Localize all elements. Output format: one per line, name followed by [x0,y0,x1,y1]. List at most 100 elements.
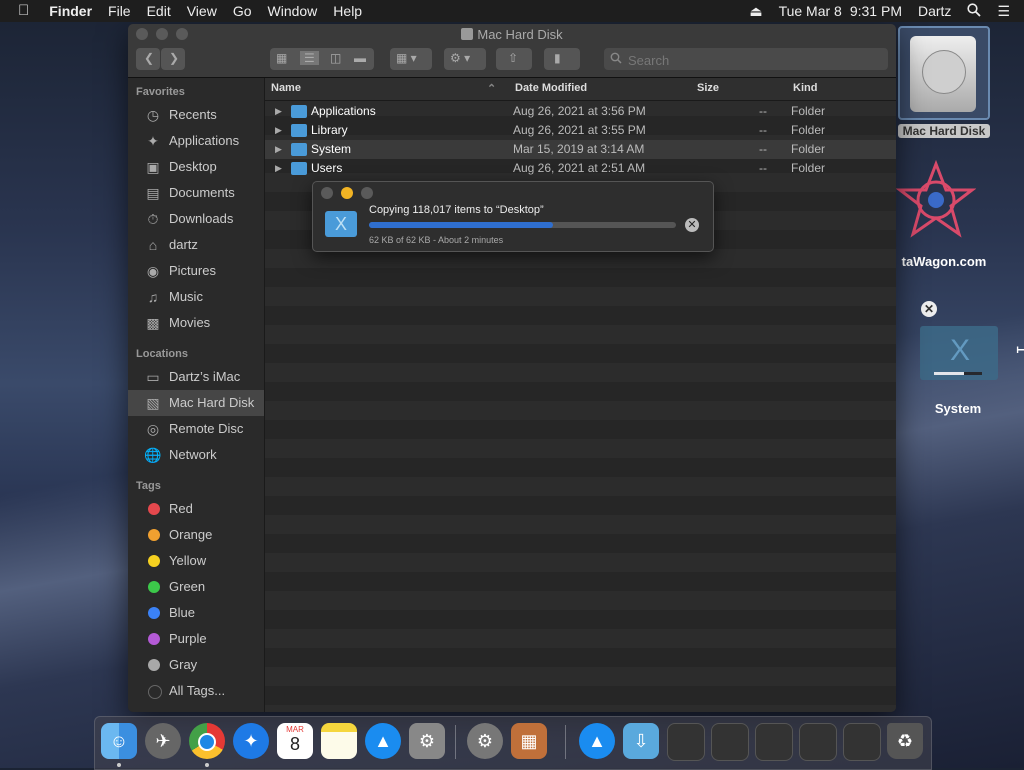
list-view-icon[interactable]: ☰ [300,51,319,65]
folder-icon [291,124,307,137]
sidebar-item-music[interactable]: ♫ Music [128,284,264,310]
launchpad-icon[interactable]: ✈ [145,723,181,759]
chrome-icon[interactable] [189,723,225,759]
close-icon[interactable]: ✕ [921,301,937,317]
stop-copy-button[interactable]: ✕ [685,218,699,232]
menu-help[interactable]: Help [325,0,370,22]
desktop-item-tawagon[interactable]: taWagon.com [895,159,992,269]
sidebar-item-pictures[interactable]: ◉ Pictures [128,258,264,284]
sidebar-tag-green[interactable]: Green [128,574,264,600]
download-icon: ⏱ [147,211,159,227]
automator-icon[interactable]: ⚙ [467,723,503,759]
row-date: Mar 15, 2019 at 3:14 AM [513,142,645,156]
desktop-item-mac-hard-disk[interactable]: Mac Hard Disk [898,26,990,138]
disclosure-triangle-icon[interactable]: ▶ [275,159,282,178]
screenshot-1-icon[interactable] [667,723,705,761]
downloads-folder-icon[interactable]: ⇩ [623,723,659,759]
sidebar-all-tags[interactable]: All Tags... [128,678,264,704]
sidebar-item-documents[interactable]: ▤ Documents [128,180,264,206]
back-button[interactable]: ❮ [136,48,160,70]
calendar-icon[interactable]: MAR 8 [277,723,313,759]
disclosure-triangle-icon[interactable]: ▶ [275,140,282,159]
menu-view[interactable]: View [179,0,225,22]
search-input[interactable] [626,50,880,70]
close-button[interactable] [321,187,333,199]
sidebar-item-downloads[interactable]: ⏱ Downloads [128,206,264,232]
notes-icon[interactable] [321,723,357,759]
forward-button[interactable]: ❯ [161,48,185,70]
copy-subtitle: 62 KB of 62 KB - About 2 minutes [369,235,504,245]
row-date: Aug 26, 2021 at 3:55 PM [513,123,646,137]
sidebar-item-applications[interactable]: ✦ Applications [128,128,264,154]
sidebar-section-favorites: Favorites [136,86,185,98]
sidebar-item-recents[interactable]: ◷ Recents [128,102,264,128]
row-name: Library [311,123,348,137]
column-header-name[interactable]: Name [271,82,301,94]
sidebar-item-home[interactable]: ⌂ dartz [128,232,264,258]
sidebar-item-network[interactable]: 🌐 Network [128,442,264,468]
column-header-kind[interactable]: Kind [793,82,817,94]
column-header-size[interactable]: Size [697,82,719,94]
sidebar-item-label: Purple [169,631,207,646]
search-field[interactable] [604,48,888,70]
row-name: System [311,142,352,156]
document-icon: ▤ [146,185,160,201]
minimize-button[interactable] [341,187,353,199]
sidebar-item-mac-hard-disk[interactable]: ▧ Mac Hard Disk [128,390,264,416]
zoom-button[interactable] [361,187,373,199]
sidebar-item-imac[interactable]: ▭ Dartz’s iMac [128,364,264,390]
share-button[interactable]: ⇧ [496,48,532,70]
menubar-user[interactable]: Dartz [910,3,959,19]
copy-progress-dialog: X Copying 118,017 items to “Desktop” 62 … [312,181,714,252]
gallery-view-icon[interactable]: ▬ [354,51,366,65]
eject-icon[interactable]: ⏏ [741,3,770,20]
trash-icon[interactable]: ♻ [887,723,923,759]
menu-go[interactable]: Go [225,0,260,22]
sidebar-item-remote-disc[interactable]: ◎ Remote Disc [128,416,264,442]
table-row[interactable]: ▶ System Mar 15, 2019 at 3:14 AM -- Fold… [265,140,896,159]
group-button[interactable]: ▦ ▾ [390,48,432,70]
safari-icon[interactable]: ✦ [233,723,269,759]
table-row[interactable]: ▶ Library Aug 26, 2021 at 3:55 PM -- Fol… [265,121,896,140]
menu-edit[interactable]: Edit [139,0,179,22]
disclosure-triangle-icon[interactable]: ▶ [275,102,282,121]
screenshot-3-icon[interactable] [755,723,793,761]
sidebar-tag-purple[interactable]: Purple [128,626,264,652]
disclosure-triangle-icon[interactable]: ▶ [275,121,282,140]
menu-window[interactable]: Window [260,0,326,22]
menu-bar:  Finder File Edit View Go Window Help ⏏… [0,0,1024,22]
screenshot-5-icon[interactable] [843,723,881,761]
screenshot-4-icon[interactable] [799,723,837,761]
table-row[interactable]: ▶ Users Aug 26, 2021 at 2:51 AM -- Folde… [265,159,896,178]
action-button[interactable]: ⚙ ▾ [444,48,486,70]
app-store-downloads-icon[interactable]: ▲ [579,723,615,759]
sidebar-item-label: Recents [169,107,217,122]
menubar-date[interactable]: Tue Mar 8 [771,3,850,19]
app-store-icon[interactable]: ▲ [365,723,401,759]
sidebar-item-desktop[interactable]: ▣ Desktop [128,154,264,180]
table-row[interactable]: ▶ Applications Aug 26, 2021 at 3:56 PM -… [265,102,896,121]
sidebar-item-label: Remote Disc [169,421,244,436]
apple-menu-icon[interactable]:  [0,0,41,22]
icon-view-icon[interactable]: ▦ [276,51,287,65]
archive-icon[interactable]: ▦ [511,723,547,759]
notification-center-icon[interactable]: ☰ [989,3,1024,20]
tag-button[interactable]: ▮ [544,48,580,70]
sidebar-item-label: Blue [169,605,196,620]
tag-dot-orange [148,529,160,541]
system-preferences-icon[interactable]: ⚙ [409,723,445,759]
sidebar-tag-gray[interactable]: Gray [128,652,264,678]
menubar-time[interactable]: 9:31 PM [850,3,910,19]
sidebar-tag-yellow[interactable]: Yellow [128,548,264,574]
column-header-date[interactable]: Date Modified [515,82,587,94]
spotlight-search-icon[interactable] [959,2,989,20]
column-view-icon[interactable]: ◫ [330,51,341,65]
sidebar-tag-blue[interactable]: Blue [128,600,264,626]
sidebar-tag-orange[interactable]: Orange [128,522,264,548]
finder-icon[interactable]: ☺ [101,723,137,759]
screenshot-2-icon[interactable] [711,723,749,761]
sidebar-item-movies[interactable]: ▩ Movies [128,310,264,336]
sidebar-tag-red[interactable]: Red [128,496,264,522]
menu-file[interactable]: File [100,0,139,22]
menu-app-finder[interactable]: Finder [41,0,100,22]
